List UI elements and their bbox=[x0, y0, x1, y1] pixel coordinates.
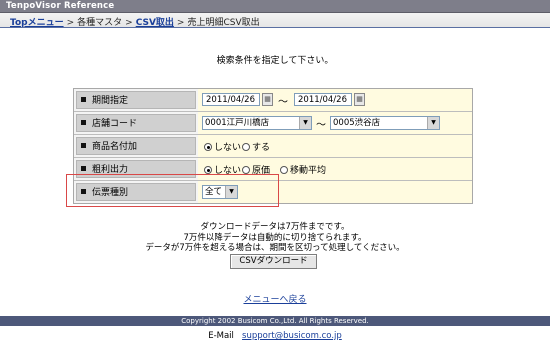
csv-download-button[interactable]: CSVダウンロード bbox=[230, 254, 317, 269]
back-to-menu-link[interactable]: メニューへ戻る bbox=[243, 295, 306, 305]
form-row-product-name: 商品名付加 しない する bbox=[74, 134, 472, 157]
radio-unchecked-icon bbox=[242, 166, 250, 174]
copyright-footer: Copyright 2002 Busicom Co.,Ltd. All Righ… bbox=[0, 316, 550, 326]
breadcrumb-bar: Topメニュー > 各種マスタ > CSV取出 > 売上明細CSV取出 bbox=[0, 13, 550, 28]
value-store: 0001江戸川橋店 ▼ ～ 0005渋谷店 ▼ bbox=[198, 112, 472, 134]
instruction-text: 検索条件を指定して下さい。 bbox=[216, 56, 334, 66]
radio-unchecked-icon bbox=[280, 166, 288, 174]
form-row-store: 店舗コード 0001江戸川橋店 ▼ ～ 0005渋谷店 ▼ bbox=[74, 111, 472, 134]
breadcrumb-current: 売上明細CSV取出 bbox=[187, 18, 260, 28]
product-name-radio-no[interactable]: しない bbox=[204, 140, 241, 153]
form-row-period: 期間指定 2011/04/26 ▦ ～ 2011/04/26 ▦ bbox=[74, 89, 472, 111]
gross-profit-radio-moving-average[interactable]: 移動平均 bbox=[280, 163, 326, 176]
app-title: TenpoVisor Reference bbox=[6, 1, 115, 11]
store-to-select[interactable]: 0005渋谷店 ▼ bbox=[330, 116, 440, 130]
value-product-name: しない する bbox=[198, 135, 472, 157]
radio-unchecked-icon bbox=[242, 143, 250, 151]
period-range-separator: ～ bbox=[278, 97, 288, 108]
breadcrumb-master: 各種マスタ bbox=[77, 18, 123, 28]
breadcrumb-csv-link[interactable]: CSV取出 bbox=[136, 18, 174, 28]
store-from-select[interactable]: 0001江戸川橋店 ▼ bbox=[202, 116, 312, 130]
bullet-square-icon bbox=[81, 120, 86, 125]
breadcrumb-separator: > bbox=[176, 18, 185, 28]
calendar-to-icon[interactable]: ▦ bbox=[354, 93, 365, 106]
breadcrumb: Topメニュー > 各種マスタ > CSV取出 > 売上明細CSV取出 bbox=[10, 15, 260, 28]
support-email-link[interactable]: support@busicom.co.jp bbox=[242, 331, 342, 341]
note-line: データが7万件を超える場合は、期間を区切って処理してください。 bbox=[145, 243, 405, 253]
note-line: ダウンロードデータは7万件までです。 bbox=[200, 222, 350, 232]
label-product-name: 商品名付加 bbox=[76, 137, 196, 155]
breadcrumb-top-link[interactable]: Topメニュー bbox=[10, 18, 64, 28]
calendar-from-icon[interactable]: ▦ bbox=[262, 93, 273, 106]
breadcrumb-separator: > bbox=[66, 18, 75, 28]
label-store: 店舗コード bbox=[76, 114, 196, 132]
product-name-radio-yes[interactable]: する bbox=[242, 140, 270, 153]
bullet-square-icon bbox=[81, 166, 86, 171]
store-range-separator: ～ bbox=[316, 120, 326, 131]
note-line: 7万件以降データは自動的に切り捨てられます。 bbox=[183, 232, 367, 243]
chevron-down-icon: ▼ bbox=[427, 117, 439, 129]
bullet-square-icon bbox=[81, 97, 86, 102]
radio-checked-icon bbox=[204, 143, 212, 151]
bullet-square-icon bbox=[81, 143, 86, 148]
app-title-bar: TenpoVisor Reference bbox=[0, 0, 550, 13]
contact-line: E-Mail support@busicom.co.jp bbox=[0, 331, 550, 341]
date-to-input[interactable]: 2011/04/26 bbox=[294, 93, 352, 106]
download-notes: ダウンロードデータは7万件までです。 7万件以降データは自動的に切り捨てられます… bbox=[0, 222, 550, 254]
date-from-input[interactable]: 2011/04/26 bbox=[202, 93, 260, 106]
breadcrumb-separator: > bbox=[125, 18, 133, 28]
radio-checked-icon bbox=[204, 166, 212, 174]
slip-type-highlight bbox=[66, 174, 279, 207]
chevron-down-icon: ▼ bbox=[299, 117, 311, 129]
value-period: 2011/04/26 ▦ ～ 2011/04/26 ▦ bbox=[198, 89, 472, 111]
back-to-menu: メニューへ戻る bbox=[0, 292, 550, 305]
label-period: 期間指定 bbox=[76, 91, 196, 109]
email-label: E-Mail bbox=[208, 331, 234, 341]
